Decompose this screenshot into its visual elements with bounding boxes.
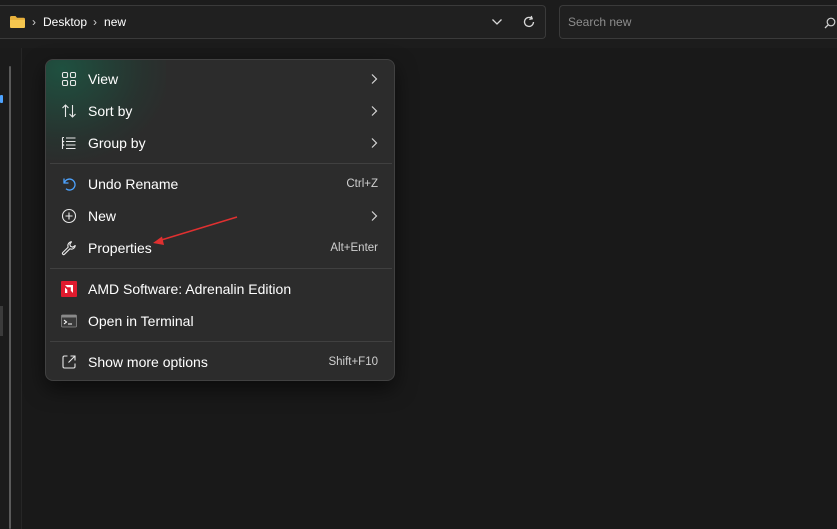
menu-item-properties[interactable]: Properties Alt+Enter <box>50 232 390 264</box>
grid-view-icon <box>61 71 77 87</box>
search-box[interactable] <box>559 5 837 39</box>
menu-item-label: Open in Terminal <box>88 313 194 329</box>
menu-item-show-more-options[interactable]: Show more options Shift+F10 <box>50 346 390 378</box>
menu-item-new[interactable]: New <box>50 200 390 232</box>
nav-scrollbar[interactable] <box>9 66 11 529</box>
menu-item-undo-rename[interactable]: Undo Rename Ctrl+Z <box>50 168 390 200</box>
chevron-right-icon <box>371 138 378 148</box>
menu-separator <box>50 268 392 269</box>
nav-selection-indicator <box>0 95 3 103</box>
terminal-icon <box>61 314 77 328</box>
chevron-right-icon: › <box>93 15 98 29</box>
search-input[interactable] <box>568 13 798 31</box>
breadcrumb-new[interactable]: new <box>104 15 126 29</box>
menu-item-label: Properties <box>88 240 152 256</box>
chevron-right-icon <box>371 106 378 116</box>
menu-item-group-by[interactable]: Group by <box>50 127 390 159</box>
shortcut-label: Shift+F10 <box>328 356 378 368</box>
undo-icon <box>63 178 76 191</box>
navigation-pane <box>0 48 22 529</box>
menu-item-label: New <box>88 208 117 224</box>
chevron-down-icon <box>492 19 502 25</box>
menu-separator <box>50 341 392 342</box>
menu-item-label: Sort by <box>88 103 133 119</box>
refresh-button[interactable] <box>513 6 545 38</box>
folder-icon <box>9 15 26 29</box>
menu-item-view[interactable]: View <box>50 63 390 95</box>
shortcut-label: Ctrl+Z <box>346 178 378 190</box>
share-box-icon <box>62 355 76 369</box>
nav-item-highlight[interactable] <box>0 306 3 336</box>
menu-item-label: Undo Rename <box>88 176 179 192</box>
menu-item-open-in-terminal[interactable]: Open in Terminal <box>50 305 390 337</box>
menu-item-label: AMD Software: Adrenalin Edition <box>88 281 292 297</box>
plus-circle-icon <box>61 208 77 224</box>
sort-arrows-icon <box>62 104 76 118</box>
menu-item-label: Show more options <box>88 354 208 370</box>
menu-item-label: Group by <box>88 135 146 151</box>
menu-item-amd-software[interactable]: AMD Software: Adrenalin Edition <box>50 273 390 305</box>
group-list-icon <box>61 136 76 150</box>
menu-item-sort-by[interactable]: Sort by <box>50 95 390 127</box>
menu-item-label: View <box>88 71 119 87</box>
menu-separator <box>50 163 392 164</box>
chevron-right-icon: › <box>32 15 36 29</box>
toolbar: › Desktop › new <box>0 0 837 48</box>
context-menu: View Sort by Group by Undo Rename Ctrl+Z <box>45 59 395 381</box>
refresh-icon <box>523 15 535 28</box>
shortcut-label: Alt+Enter <box>330 242 378 254</box>
amd-logo-icon <box>61 281 77 297</box>
search-icon[interactable] <box>824 17 836 29</box>
breadcrumb-desktop[interactable]: Desktop <box>43 15 87 29</box>
address-bar[interactable]: › Desktop › new <box>0 5 546 39</box>
wrench-icon <box>61 241 76 256</box>
chevron-right-icon <box>371 74 378 84</box>
chevron-right-icon <box>371 211 378 221</box>
address-history-dropdown[interactable] <box>481 6 513 38</box>
